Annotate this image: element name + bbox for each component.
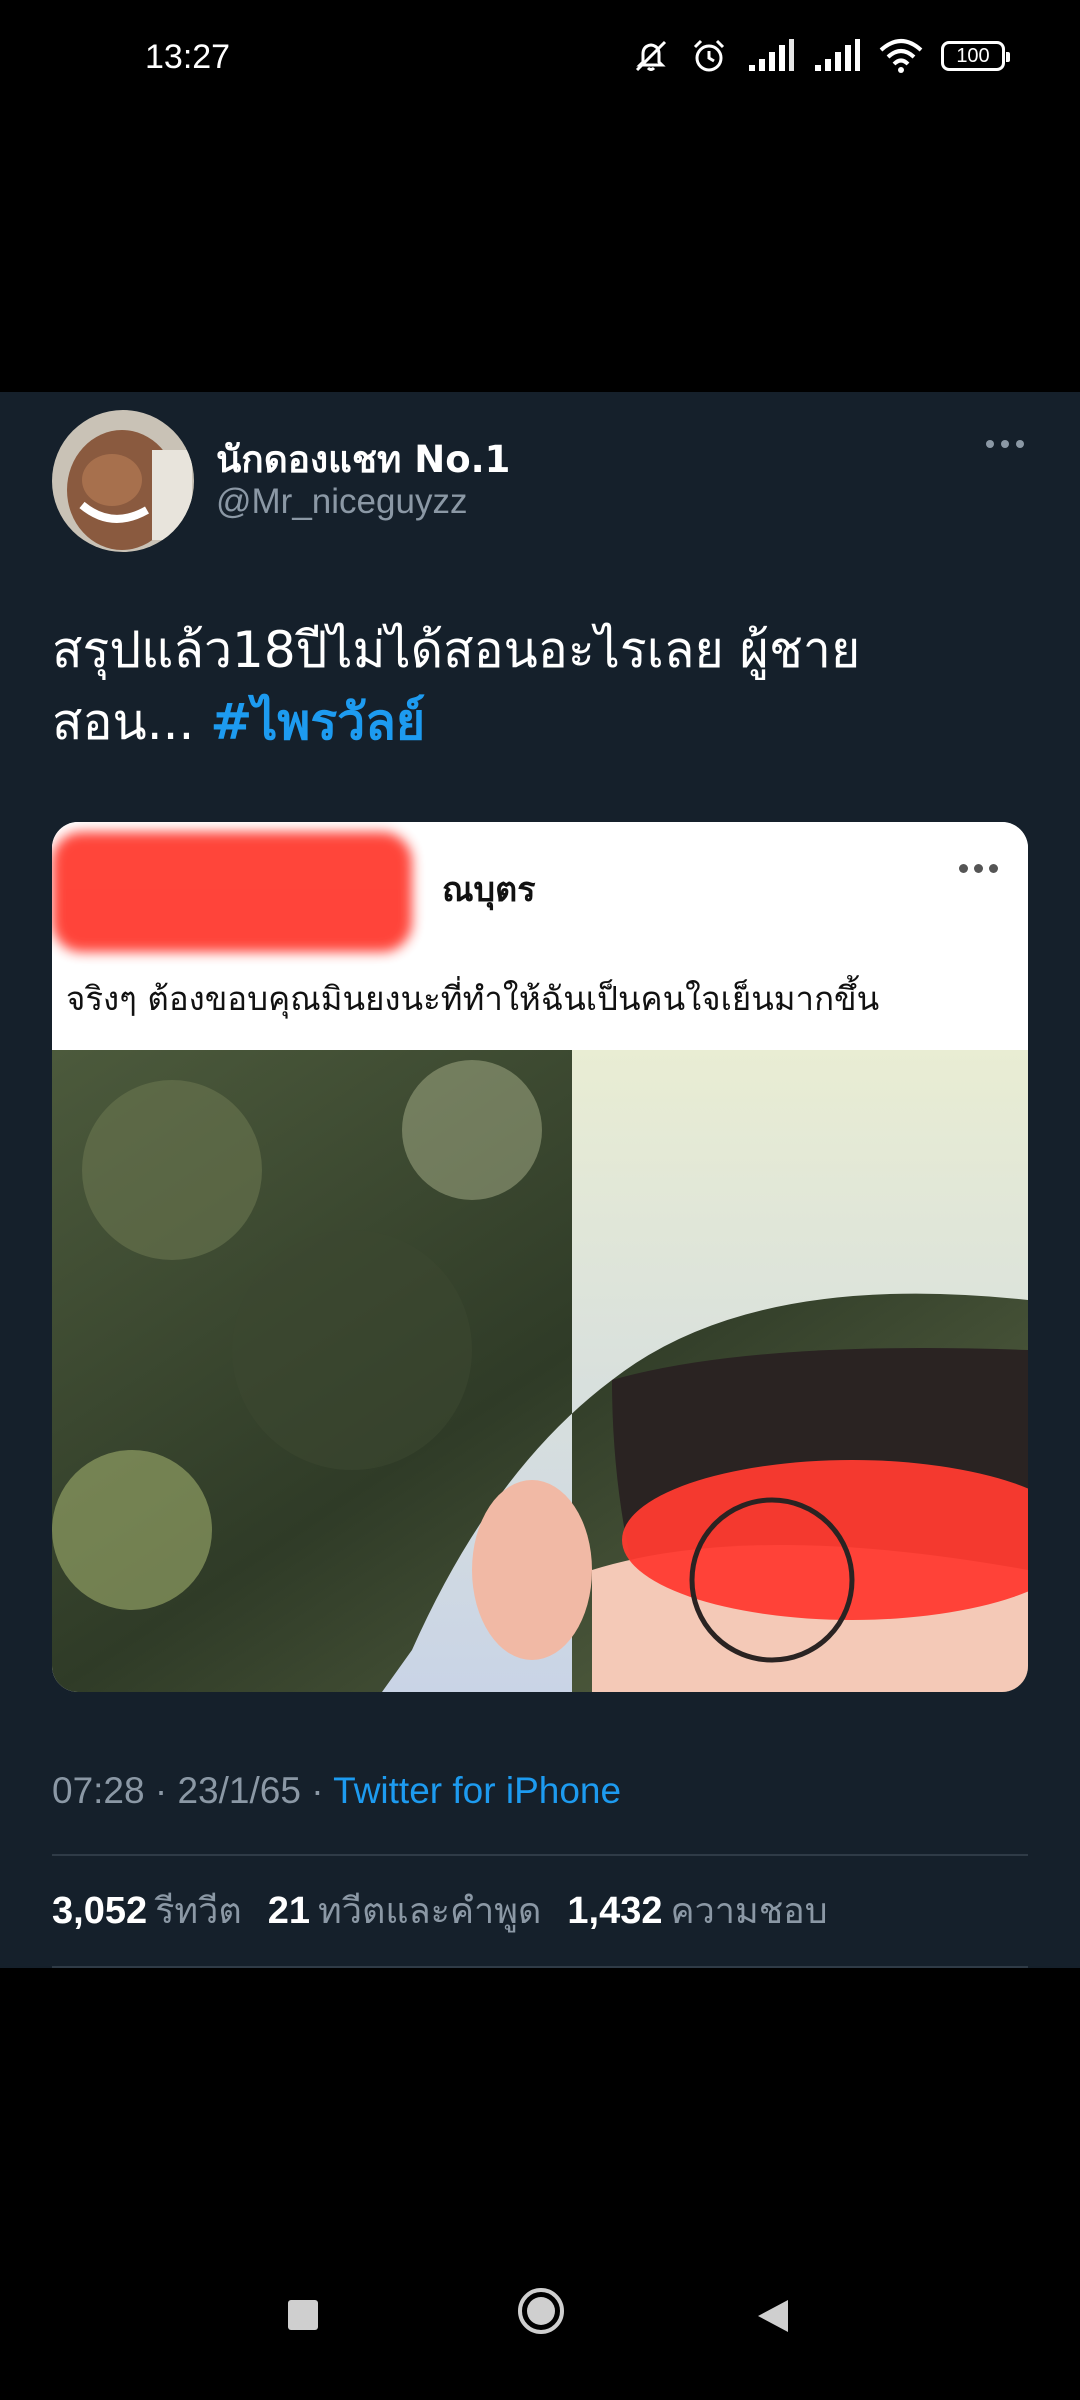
battery-level: 100 bbox=[956, 44, 990, 67]
avatar[interactable] bbox=[52, 410, 194, 552]
hashtag-link[interactable]: #ไพรวัลย์ bbox=[210, 693, 425, 751]
dot-icon bbox=[1016, 440, 1024, 448]
recents-button[interactable] bbox=[286, 2298, 320, 2332]
signal-icon-2 bbox=[815, 39, 860, 71]
embed-header: ณบุตร จริงๆ ต้องขอบคุณมินยงนะที่ทำให้ฉัน… bbox=[52, 822, 1028, 1042]
retweets-stat[interactable]: 3,052 รีทวีต bbox=[52, 1882, 242, 1939]
tweet-text-line2-text: สอน... bbox=[52, 693, 211, 751]
tweet-source-link[interactable]: Twitter for iPhone bbox=[333, 1770, 621, 1811]
dot-icon bbox=[1001, 440, 1009, 448]
embed-author-name: ณบุตร bbox=[442, 870, 536, 910]
user-handle[interactable]: @Mr_niceguyzz bbox=[216, 482, 467, 522]
status-icons: 100 bbox=[631, 36, 1010, 76]
back-button[interactable] bbox=[756, 2298, 790, 2334]
tweet-stats: 3,052 รีทวีต 21 ทวีตและคำพูด 1,432 ความชอบ bbox=[52, 1882, 828, 1939]
status-bar: 13:27 100 bbox=[0, 0, 1080, 120]
status-time: 13:27 bbox=[145, 38, 231, 76]
alarm-icon bbox=[693, 39, 725, 72]
embed-photo bbox=[52, 1050, 1028, 1692]
dot-icon bbox=[986, 440, 994, 448]
divider bbox=[52, 1966, 1028, 1968]
mute-icon bbox=[635, 40, 667, 72]
divider bbox=[52, 1854, 1028, 1856]
quotes-stat[interactable]: 21 ทวีตและคำพูด bbox=[268, 1882, 542, 1939]
wifi-icon bbox=[879, 39, 923, 73]
tweet-text: สรุปแล้ว18ปีไม่ได้สอนอะไรเลย ผู้ชาย สอน.… bbox=[52, 614, 1032, 758]
home-button[interactable] bbox=[516, 2286, 566, 2336]
redaction-mark bbox=[52, 832, 412, 952]
system-nav-bar bbox=[0, 2270, 1080, 2400]
display-name[interactable]: นักดองแชท No.1 bbox=[216, 430, 510, 489]
embedded-image[interactable]: ณบุตร จริงๆ ต้องขอบคุณมินยงนะที่ทำให้ฉัน… bbox=[52, 822, 1028, 1692]
tweet-meta: 07:28 · 23/1/65 · Twitter for iPhone bbox=[52, 1770, 621, 1812]
more-options-button[interactable] bbox=[986, 440, 1024, 448]
battery-icon: 100 bbox=[941, 41, 1010, 71]
likes-stat[interactable]: 1,432 ความชอบ bbox=[567, 1882, 827, 1939]
tweet-date: 23/1/65 bbox=[177, 1770, 301, 1811]
embed-more-icon bbox=[959, 864, 998, 873]
embed-post-text: จริงๆ ต้องขอบคุณมินยงนะที่ทำให้ฉันเป็นคน… bbox=[66, 979, 880, 1018]
tweet-text-line2: สอน... #ไพรวัลย์ bbox=[52, 686, 1032, 758]
tweet-time: 07:28 bbox=[52, 1770, 145, 1811]
meta-separator: · bbox=[311, 1770, 334, 1811]
tweet-text-line1: สรุปแล้ว18ปีไม่ได้สอนอะไรเลย ผู้ชาย bbox=[52, 621, 861, 679]
signal-icon bbox=[749, 39, 794, 71]
tweet-card: นักดองแชท No.1 @Mr_niceguyzz สรุปแล้ว18ป… bbox=[0, 392, 1080, 1968]
meta-separator: · bbox=[154, 1770, 178, 1811]
